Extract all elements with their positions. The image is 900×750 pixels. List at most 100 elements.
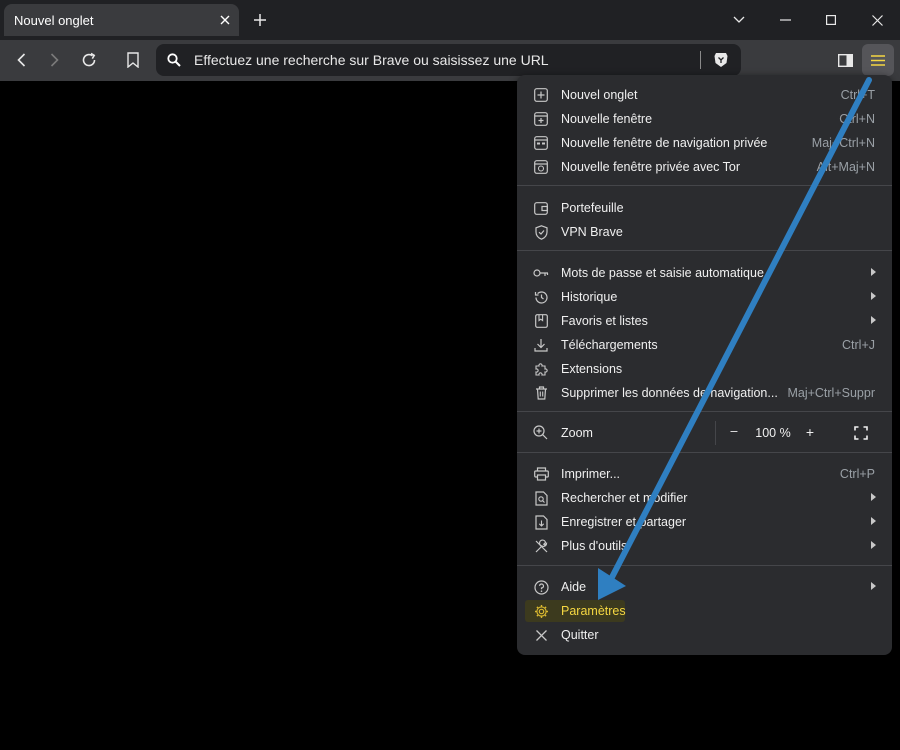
menu-item-passwords[interactable]: Mots de passe et saisie automatique [517, 261, 892, 285]
reload-button[interactable] [73, 44, 105, 76]
menu-item-label: Nouvelle fenêtre privée avec Tor [561, 160, 741, 174]
zoom-divider [715, 421, 716, 445]
bookmark-button[interactable] [117, 44, 149, 76]
menu-item-history[interactable]: Historique [517, 285, 892, 309]
menu-item-print[interactable]: Imprimer... Ctrl+P [517, 462, 892, 486]
zoom-level: 100 % [755, 426, 791, 440]
back-button[interactable] [5, 44, 37, 76]
zoom-in-button[interactable]: + [803, 424, 817, 440]
menu-item-new-tab[interactable]: Nouvel onglet Ctrl+T [517, 83, 892, 107]
chevron-right-icon [871, 493, 876, 501]
save-share-icon [533, 514, 549, 530]
menu-item-label: Mots de passe et saisie automatique [561, 266, 764, 280]
menu-item-settings[interactable]: Paramètres [517, 599, 892, 623]
zoom-out-button[interactable]: – [727, 424, 741, 438]
menu-item-save-share[interactable]: Enregistrer et partager [517, 510, 892, 534]
chevron-right-icon [871, 316, 876, 324]
minimize-icon [779, 19, 791, 21]
menu-item-downloads[interactable]: Téléchargements Ctrl+J [517, 333, 892, 357]
help-icon [533, 579, 549, 595]
menu-item-label: VPN Brave [561, 225, 623, 239]
new-window-icon [533, 111, 549, 127]
menu-item-label: Rechercher et modifier [561, 491, 688, 505]
key-icon [533, 265, 549, 281]
menu-item-label: Portefeuille [561, 201, 624, 215]
menu-item-shortcut: Maj+Ctrl+Suppr [787, 386, 875, 400]
menu-item-quit[interactable]: Quitter [517, 623, 892, 647]
chevron-right-icon [871, 541, 876, 549]
menu-item-label: Aide [561, 580, 587, 594]
back-arrow-icon [16, 53, 25, 67]
main-menu-button[interactable] [862, 44, 894, 76]
menu-item-extensions[interactable]: Extensions [517, 357, 892, 381]
menu-item-wallet[interactable]: Portefeuille [517, 196, 892, 220]
menu-item-label: Nouvelle fenêtre [561, 112, 653, 126]
menu-item-shortcut: Maj+Ctrl+N [811, 136, 875, 150]
menu-divider [517, 411, 892, 412]
menu-item-label: Nouvel onglet [561, 88, 638, 102]
download-icon [533, 337, 549, 353]
menu-item-clear-data[interactable]: Supprimer les données de navigation... M… [517, 381, 892, 405]
menu-item-private-window[interactable]: Nouvelle fenêtre de navigation privée Ma… [517, 131, 892, 155]
main-menu: Nouvel onglet Ctrl+T Nouvelle fenêtre Ct… [517, 75, 892, 655]
menu-item-shortcut: Ctrl+T [840, 88, 875, 102]
menu-item-label: Favoris et listes [561, 314, 648, 328]
menu-divider [517, 452, 892, 453]
forward-arrow-icon [50, 53, 59, 67]
menu-item-label: Téléchargements [561, 338, 658, 352]
menu-item-new-window[interactable]: Nouvelle fenêtre Ctrl+N [517, 107, 892, 131]
menu-item-label: Enregistrer et partager [561, 515, 687, 529]
menu-divider [517, 250, 892, 251]
zoom-icon [533, 425, 548, 440]
sidebar-button[interactable] [829, 44, 861, 76]
menu-item-more-tools[interactable]: Plus d'outils [517, 534, 892, 558]
puzzle-icon [533, 361, 549, 377]
tab-new-tab[interactable]: Nouvel onglet [4, 4, 239, 36]
window-close-icon [871, 14, 883, 26]
menu-item-bookmarks[interactable]: Favoris et listes [517, 309, 892, 333]
maximize-icon [826, 15, 836, 25]
forward-button[interactable] [38, 44, 70, 76]
hamburger-menu-icon [871, 54, 885, 66]
zoom-label: Zoom [561, 426, 593, 440]
tools-icon [533, 538, 549, 554]
menu-item-vpn[interactable]: VPN Brave [517, 220, 892, 244]
menu-item-shortcut: Alt+Maj+N [816, 160, 875, 174]
sidebar-icon [837, 53, 853, 67]
plus-icon [254, 14, 266, 26]
menu-item-label: Extensions [561, 362, 623, 376]
brave-lion-icon[interactable] [711, 52, 731, 68]
tab-title: Nouvel onglet [14, 12, 94, 28]
gear-icon [533, 603, 549, 619]
window-close-button[interactable] [854, 0, 900, 40]
zoom-row: Zoom – 100 % + [517, 421, 892, 445]
fullscreen-icon[interactable] [854, 426, 868, 440]
find-icon [533, 490, 549, 506]
minimize-button[interactable] [762, 0, 808, 40]
menu-item-help[interactable]: Aide [517, 575, 892, 599]
address-placeholder: Effectuez une recherche sur Brave ou sai… [194, 52, 549, 68]
menu-item-label: Paramètres [561, 604, 626, 618]
menu-item-label: Supprimer les données de navigation... [561, 386, 778, 400]
print-icon [533, 466, 549, 482]
close-icon [533, 627, 549, 643]
address-bar[interactable]: Effectuez une recherche sur Brave ou sai… [156, 44, 741, 76]
new-tab-button[interactable] [246, 6, 274, 34]
menu-item-find-edit[interactable]: Rechercher et modifier [517, 486, 892, 510]
private-window-icon [533, 135, 549, 151]
history-icon [533, 289, 549, 305]
close-icon[interactable] [211, 6, 239, 34]
tab-search-button[interactable] [716, 0, 762, 40]
chevron-down-icon [733, 16, 745, 23]
menu-item-label: Nouvelle fenêtre de navigation privée [561, 136, 768, 150]
menu-divider [517, 565, 892, 566]
maximize-button[interactable] [808, 0, 854, 40]
menu-item-shortcut: Ctrl+P [839, 467, 875, 481]
tor-window-icon [533, 159, 549, 175]
menu-item-shortcut: Ctrl+N [839, 112, 875, 126]
bookmarks-icon [533, 313, 549, 329]
menu-item-label: Imprimer... [561, 467, 621, 481]
vpn-shield-icon [533, 224, 549, 240]
chevron-right-icon [871, 268, 876, 276]
menu-item-tor-window[interactable]: Nouvelle fenêtre privée avec Tor Alt+Maj… [517, 155, 892, 179]
